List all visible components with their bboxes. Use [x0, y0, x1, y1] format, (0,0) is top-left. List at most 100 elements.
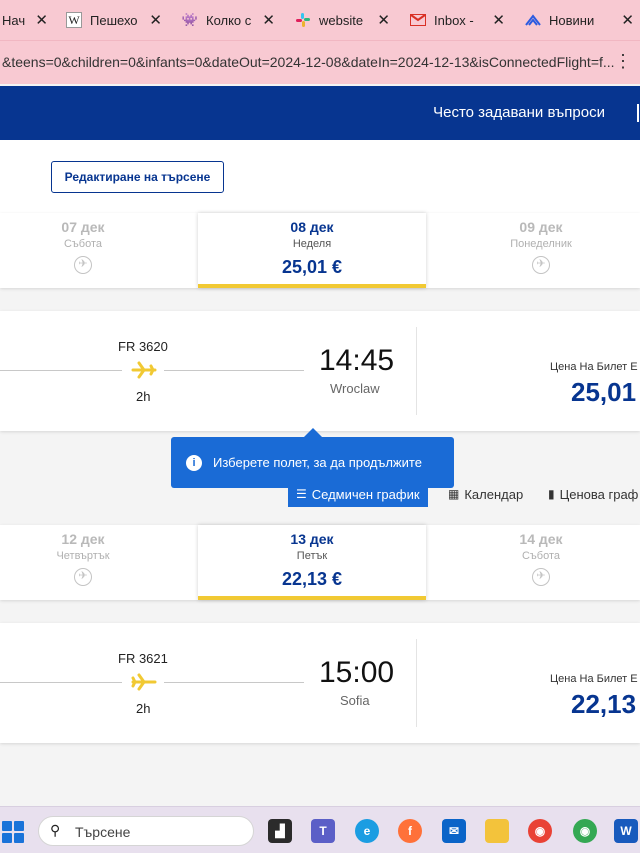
list-icon: ☰	[296, 487, 307, 501]
close-icon[interactable]: ✕	[149, 11, 162, 29]
file-explorer-icon[interactable]: ▟	[268, 819, 292, 843]
date-cell-selected[interactable]: 08 дек Неделя 25,01 €	[198, 213, 426, 288]
plane-icon	[131, 361, 157, 379]
mail-icon[interactable]: ✉	[442, 819, 466, 843]
browser-menu-icon[interactable]: ⋮	[614, 51, 632, 72]
close-icon[interactable]: ✕	[492, 11, 505, 29]
close-icon[interactable]: ✕	[621, 11, 634, 29]
route-line	[0, 682, 122, 683]
outbound-date-carousel: 07 дек Събота ✈ 08 дек Неделя 25,01 € 09…	[0, 213, 640, 288]
close-icon[interactable]: ✕	[262, 11, 275, 29]
price-label: Цена На Билет Е	[550, 361, 638, 373]
weekday-label: Петък	[296, 550, 328, 562]
news-icon	[525, 12, 541, 28]
word-icon[interactable]: W	[614, 819, 638, 843]
address-bar[interactable]: &teens=0&children=0&infants=0&dateOut=20…	[0, 40, 640, 84]
tab-price-chart[interactable]: ▮ Ценова граф	[540, 481, 640, 507]
tab-title: Пешехо	[90, 12, 138, 28]
flight-number: FR 3621	[118, 651, 168, 666]
card-divider	[416, 639, 417, 727]
date-label: 08 дек	[290, 219, 334, 235]
date-label: 09 дек	[519, 219, 563, 235]
no-flight-icon: ✈	[532, 256, 550, 274]
gmail-icon	[410, 12, 426, 28]
arrival-city: Wroclaw	[330, 381, 380, 396]
tooltip-arrow	[303, 428, 323, 438]
taskbar-search-input[interactable]: ⚲ Търсене	[38, 816, 254, 846]
browser-tab[interactable]: 👾 Колко с ✕	[168, 0, 281, 40]
tab-title: Inbox -	[434, 12, 474, 28]
chrome-profile-icon[interactable]: ◉	[573, 819, 597, 843]
tab-calendar[interactable]: ▦ Календар	[440, 481, 531, 507]
date-label: 14 дек	[519, 531, 563, 547]
no-flight-icon: ✈	[74, 256, 92, 274]
card-divider	[416, 327, 417, 415]
weekday-label: Четвъртък	[56, 550, 110, 562]
tab-title: Новини	[549, 12, 595, 28]
date-cell[interactable]: 09 дек Понеделник ✈	[427, 213, 640, 288]
flight-duration: 2h	[136, 701, 151, 716]
weekday-label: Понеделник	[510, 238, 572, 250]
edit-search-button[interactable]: Редактиране на търсене	[51, 161, 224, 193]
tab-title: Колко с	[206, 12, 252, 28]
date-label: 13 дек	[290, 531, 334, 547]
browser-tab-strip: Нач ✕ W Пешехо ✕ 👾 Колко с ✕ website ✕ I…	[0, 0, 640, 40]
browser-tab[interactable]: Новини ✕	[511, 0, 640, 40]
date-cell-selected[interactable]: 13 дек Петък 22,13 €	[198, 525, 426, 600]
close-icon[interactable]: ✕	[35, 11, 48, 29]
chrome-icon[interactable]: ◉	[528, 819, 552, 843]
search-icon: ⚲	[50, 822, 61, 838]
tab-label: Ценова граф	[559, 486, 639, 502]
date-cell[interactable]: 12 дек Четвъртък ✈	[0, 525, 197, 600]
windows-start-icon[interactable]	[2, 821, 24, 843]
tab-title: website	[319, 12, 364, 28]
tab-weekly-schedule[interactable]: ☰ Седмичен график	[288, 481, 428, 507]
tab-label: Седмичен график	[311, 486, 420, 502]
date-label: 12 дек	[61, 531, 105, 547]
bar-chart-icon: ▮	[548, 487, 555, 501]
tab-label: Календар	[464, 486, 524, 502]
search-summary-bar: Редактиране на търсене	[0, 140, 640, 214]
plane-icon	[131, 673, 157, 691]
arrival-time: 15:00	[319, 656, 395, 689]
edge-icon[interactable]: e	[355, 819, 379, 843]
alien-icon: 👾	[181, 12, 199, 27]
flight-price: 22,13	[571, 689, 637, 719]
weekday-label: Събота	[63, 238, 103, 250]
arrival-city: Sofia	[340, 693, 370, 708]
price-label: Цена На Билет Е	[550, 673, 638, 685]
browser-tab[interactable]: Inbox - ✕	[396, 0, 511, 40]
header-divider	[637, 104, 639, 122]
flight-price: 25,01	[571, 377, 637, 407]
flight-duration: 2h	[136, 389, 151, 404]
date-label: 07 дек	[61, 219, 105, 235]
calendar-icon: ▦	[448, 487, 460, 501]
site-header: Често задавани въпроси	[0, 86, 640, 140]
search-placeholder: Търсене	[75, 824, 131, 840]
outbound-flight-card[interactable]: FR 3620 2h 14:45 Wroclaw Цена На Билет Е…	[0, 311, 640, 431]
browser-tab[interactable]: W Пешехо ✕	[54, 0, 168, 40]
tooltip-message: Изберете полет, за да продължите	[213, 455, 422, 470]
date-cell[interactable]: 14 дек Събота ✈	[427, 525, 640, 600]
weekday-label: Събота	[521, 550, 561, 562]
inbound-flight-card[interactable]: FR 3621 2h 15:00 Sofia Цена На Билет Е 2…	[0, 623, 640, 743]
firefox-icon[interactable]: f	[398, 819, 422, 843]
url-text[interactable]: &teens=0&children=0&infants=0&dateOut=20…	[2, 54, 622, 70]
browser-tab[interactable]: website ✕	[281, 0, 396, 40]
tab-title: Нач	[2, 12, 26, 28]
flight-number: FR 3620	[118, 339, 168, 354]
wikipedia-icon: W	[66, 12, 82, 28]
faq-link[interactable]: Често задавани въпроси	[433, 104, 605, 121]
close-icon[interactable]: ✕	[377, 11, 390, 29]
route-line	[164, 370, 304, 371]
windows-taskbar: ⚲ Търсене ▟ T e f ✉ ◉ ◉ W	[0, 806, 640, 853]
folder-icon[interactable]	[485, 819, 509, 843]
date-cell[interactable]: 07 дек Събота ✈	[0, 213, 197, 288]
weekday-label: Неделя	[292, 238, 332, 250]
teams-icon[interactable]: T	[311, 819, 335, 843]
route-line	[164, 682, 304, 683]
no-flight-icon: ✈	[532, 568, 550, 586]
browser-tab[interactable]: Нач ✕	[0, 0, 54, 40]
inbound-date-carousel: 12 дек Четвъртък ✈ 13 дек Петък 22,13 € …	[0, 525, 640, 600]
date-price: 22,13 €	[281, 569, 343, 589]
